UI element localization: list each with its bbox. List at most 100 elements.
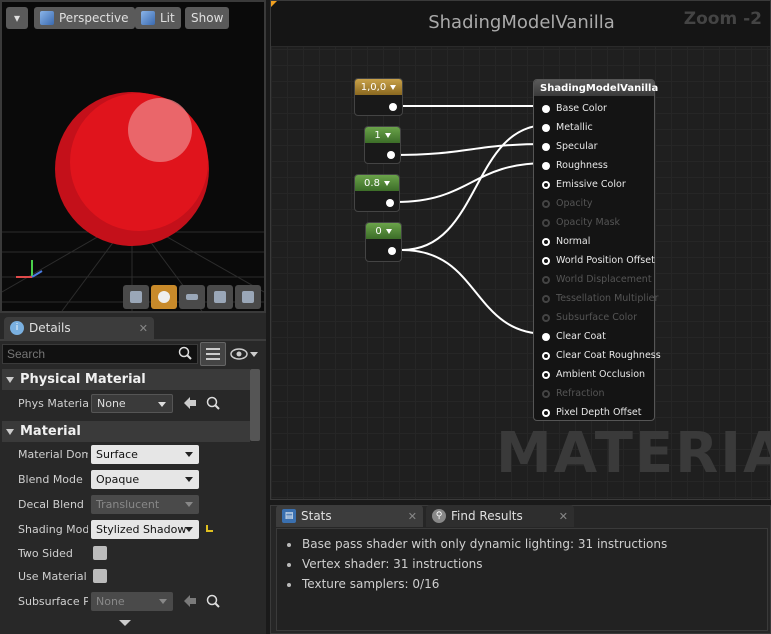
subsurface-picker: None bbox=[91, 592, 173, 611]
material-input-pin[interactable]: Clear Coat bbox=[542, 331, 606, 342]
stat-line: Base pass shader with only dynamic light… bbox=[302, 537, 668, 551]
material-input-pin[interactable]: Base Color bbox=[542, 103, 607, 114]
cylinder-preview-button[interactable] bbox=[123, 285, 149, 309]
bullet-icon bbox=[287, 583, 291, 587]
material-input-pin[interactable]: Ambient Occlusion bbox=[542, 369, 645, 380]
mesh-preview-button[interactable] bbox=[235, 285, 261, 309]
tab-details[interactable]: i Details ✕ bbox=[4, 317, 154, 339]
material-input-pin: Refraction bbox=[542, 388, 605, 399]
eye-icon bbox=[230, 348, 248, 360]
use-material-checkbox[interactable] bbox=[93, 569, 107, 583]
tab-find-results[interactable]: ⚲ Find Results ✕ bbox=[426, 505, 574, 527]
pin-icon bbox=[542, 237, 550, 246]
reset-to-default-icon[interactable] bbox=[205, 523, 215, 533]
sphere-preview-button[interactable] bbox=[151, 285, 177, 309]
output-pin[interactable] bbox=[389, 103, 397, 111]
axis-gizmo bbox=[16, 260, 43, 278]
output-pin[interactable] bbox=[388, 247, 396, 255]
material-input-pin[interactable]: Emissive Color bbox=[542, 179, 626, 190]
stat-line: Vertex shader: 31 instructions bbox=[302, 557, 483, 571]
grid-icon bbox=[206, 348, 220, 360]
close-icon[interactable]: ✕ bbox=[408, 510, 417, 523]
bullet-icon bbox=[287, 563, 291, 567]
pin-icon bbox=[542, 408, 550, 417]
two-sided-checkbox[interactable] bbox=[93, 546, 107, 560]
category-physical-material[interactable]: Physical Material bbox=[2, 369, 250, 390]
pin-icon bbox=[542, 161, 550, 170]
material-input-pin[interactable]: Normal bbox=[542, 236, 590, 247]
material-input-pin: Opacity Mask bbox=[542, 217, 620, 228]
graph-wires bbox=[390, 104, 548, 335]
view-options-button[interactable] bbox=[230, 346, 260, 362]
phys-material-picker[interactable]: None bbox=[91, 394, 173, 413]
pin-icon bbox=[542, 180, 550, 189]
stats-icon: ▤ bbox=[282, 509, 296, 523]
cube-preview-button[interactable] bbox=[207, 285, 233, 309]
chevron-down-icon: ▾ bbox=[13, 11, 21, 25]
use-selected-arrow-icon[interactable] bbox=[183, 396, 197, 410]
constant-specular-node[interactable]: 1 bbox=[364, 126, 401, 164]
lit-button[interactable]: Lit bbox=[135, 7, 181, 29]
pin-icon bbox=[542, 275, 550, 284]
material-preview-viewport[interactable]: ▾ Perspective Lit Show bbox=[0, 0, 266, 313]
close-icon[interactable]: ✕ bbox=[139, 322, 148, 335]
cube-icon bbox=[214, 291, 226, 303]
show-button[interactable]: Show bbox=[185, 7, 230, 29]
pin-icon bbox=[542, 142, 550, 151]
collapse-arrow-icon bbox=[6, 376, 14, 383]
details-search-input[interactable] bbox=[2, 344, 198, 364]
constant-zero-node[interactable]: 0 bbox=[365, 222, 402, 262]
material-input-pin: Opacity bbox=[542, 198, 593, 209]
node-title: ShadingModelVanilla bbox=[534, 80, 658, 96]
blend-mode-dropdown[interactable]: Opaque bbox=[91, 470, 199, 489]
tab-stats[interactable]: ▤ Stats ✕ bbox=[276, 505, 423, 527]
output-pin[interactable] bbox=[386, 199, 394, 207]
expand-more-icon[interactable] bbox=[119, 620, 131, 626]
category-material[interactable]: Material bbox=[2, 421, 250, 442]
material-input-pin: World Displacement bbox=[542, 274, 652, 285]
property-matrix-button[interactable] bbox=[200, 342, 226, 366]
close-icon[interactable]: ✕ bbox=[559, 510, 568, 523]
perspective-icon bbox=[40, 11, 54, 25]
details-scrollbar[interactable] bbox=[250, 369, 260, 441]
material-domain-label: Material Dom bbox=[18, 448, 88, 461]
shading-model-dropdown[interactable]: Stylized Shadow bbox=[91, 520, 199, 539]
pin-icon bbox=[542, 218, 550, 227]
material-result-node[interactable]: ShadingModelVanilla Base Color Metallic Sp… bbox=[533, 79, 661, 421]
pin-icon bbox=[542, 199, 550, 208]
browse-search-icon[interactable] bbox=[206, 396, 220, 410]
material-graph[interactable]: ShadingModelVanilla Zoom -2 MATERIAL 1,0… bbox=[270, 0, 771, 500]
chevron-down-icon bbox=[250, 351, 258, 357]
magnifier-icon: ⚲ bbox=[432, 509, 446, 523]
material-input-pin[interactable]: Pixel Depth Offset bbox=[542, 407, 642, 418]
material-input-pin[interactable]: Specular bbox=[542, 141, 598, 152]
search-icon bbox=[178, 346, 192, 360]
constant-vector-node[interactable]: 1,0,0 bbox=[354, 78, 403, 116]
preview-grid bbox=[2, 92, 264, 311]
pin-icon bbox=[542, 332, 550, 341]
constant-roughness-node[interactable]: 0.8 bbox=[354, 174, 400, 212]
pin-icon bbox=[542, 294, 550, 303]
stat-line: Texture samplers: 0/16 bbox=[302, 577, 440, 591]
pin-icon bbox=[542, 256, 550, 265]
pin-icon bbox=[542, 370, 550, 379]
plane-preview-button[interactable] bbox=[179, 285, 205, 309]
material-input-pin[interactable]: Clear Coat Roughness bbox=[542, 350, 661, 361]
use-selected-arrow-icon bbox=[183, 594, 197, 608]
viewport-menu-button[interactable]: ▾ bbox=[6, 7, 28, 29]
lit-icon bbox=[141, 11, 155, 25]
blend-mode-label: Blend Mode bbox=[18, 473, 83, 486]
material-input-pin: Subsurface Color bbox=[542, 312, 637, 323]
teapot-icon bbox=[242, 291, 254, 303]
material-input-pin[interactable]: World Position Offset bbox=[542, 255, 655, 266]
browse-search-icon[interactable] bbox=[206, 594, 220, 608]
material-domain-dropdown[interactable]: Surface bbox=[91, 445, 199, 464]
material-input-pin[interactable]: Roughness bbox=[542, 160, 608, 171]
perspective-button[interactable]: Perspective bbox=[34, 7, 135, 29]
use-material-label: Use Material bbox=[18, 570, 87, 583]
output-pin[interactable] bbox=[387, 151, 395, 159]
pin-icon bbox=[542, 313, 550, 322]
material-input-pin[interactable]: Metallic bbox=[542, 122, 593, 133]
plane-icon bbox=[186, 294, 198, 300]
collapse-arrow-icon bbox=[6, 428, 14, 435]
